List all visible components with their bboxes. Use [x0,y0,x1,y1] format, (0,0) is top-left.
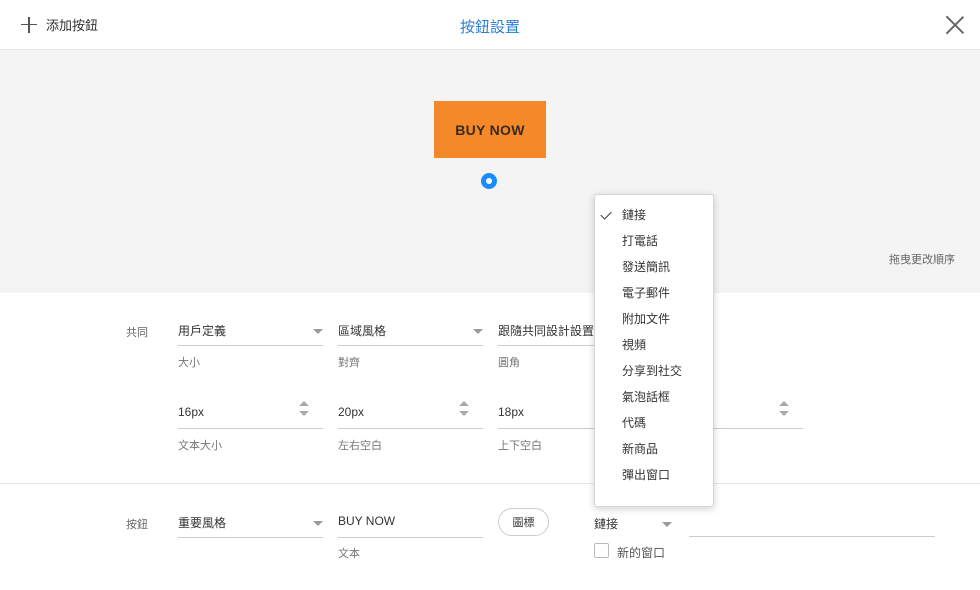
v-padding-value: 18px [498,405,525,419]
h-padding-value: 20px [338,405,365,419]
corner-select[interactable]: 跟隨共同設計設置 [498,316,598,346]
chevron-down-icon [662,522,672,527]
size-label: 大小 [178,357,200,369]
stepper-arrows-icon[interactable] [299,401,309,419]
corner-label: 圓角 [498,357,520,369]
button-section-label: 按鈕 [126,519,148,531]
alignment-label: 對齊 [338,357,360,369]
preview-area: BUY NOW 拖曳更改順序 [0,50,980,293]
v-padding-label: 上下空白 [498,440,542,452]
link-url-input[interactable] [689,505,935,537]
menu-item-link[interactable]: 鏈接 [595,202,713,228]
button-style-select[interactable]: 重要風格 [178,508,323,538]
page-title: 按鈕設置 [459,19,520,36]
menu-item-share-social[interactable]: 分享到社交 [595,358,713,384]
size-select[interactable]: 用戶定義 [178,316,323,346]
menu-item-call[interactable]: 打電話 [595,228,713,254]
font-size-stepper[interactable]: 16px [178,399,323,429]
icon-button[interactable]: 圖標 [498,508,549,536]
check-icon [600,208,612,220]
extra-stepper[interactable] [710,399,803,429]
close-icon[interactable] [945,15,965,35]
chevron-down-icon [313,521,323,526]
new-window-checkbox[interactable] [594,543,609,558]
common-section-label: 共同 [126,327,148,339]
header: 添加按鈕 按鈕設置 [0,0,980,50]
size-select-value: 用戶定義 [178,324,227,338]
menu-item-new-product[interactable]: 新商品 [595,436,713,462]
menu-item-code[interactable]: 代碼 [595,410,713,436]
menu-item-popup[interactable]: 彈出窗口 [595,462,713,488]
corner-select-value: 跟隨共同設計設置 [498,324,595,338]
menu-item-video[interactable]: 視頻 [595,332,713,358]
h-padding-label: 左右空白 [338,440,382,452]
chevron-down-icon [473,329,483,334]
drag-hint: 拖曳更改順序 [889,254,955,266]
h-padding-stepper[interactable]: 20px [338,399,483,429]
font-size-value: 16px [178,405,205,419]
menu-item-email[interactable]: 電子郵件 [595,280,713,306]
preview-button[interactable]: BUY NOW [434,101,546,158]
stepper-arrows-icon[interactable] [779,401,789,419]
button-style-value: 重要風格 [178,516,227,530]
button-text-label: 文本 [338,548,360,560]
alignment-select-value: 區域風格 [338,324,387,338]
drag-handle[interactable] [481,173,497,189]
font-size-label: 文本大小 [178,440,222,452]
menu-item-attachment[interactable]: 附加文件 [595,306,713,332]
button-text-value: BUY NOW [338,514,396,528]
link-type-dropdown: 鏈接 打電話 發送簡訊 電子郵件 附加文件 視頻 分享到社交 氣泡話框 代碼 新… [594,194,714,507]
menu-item-sms[interactable]: 發送簡訊 [595,254,713,280]
stepper-arrows-icon[interactable] [459,401,469,419]
menu-item-bubble[interactable]: 氣泡話框 [595,384,713,410]
button-text-input[interactable]: BUY NOW [338,508,483,538]
link-type-select[interactable]: 鏈接 [594,509,674,539]
section-divider [0,483,980,484]
new-window-label: 新的窗口 [617,546,666,560]
link-type-value: 鏈接 [594,517,619,531]
v-padding-stepper[interactable]: 18px [498,399,598,429]
alignment-select[interactable]: 區域風格 [338,316,483,346]
chevron-down-icon [313,329,323,334]
